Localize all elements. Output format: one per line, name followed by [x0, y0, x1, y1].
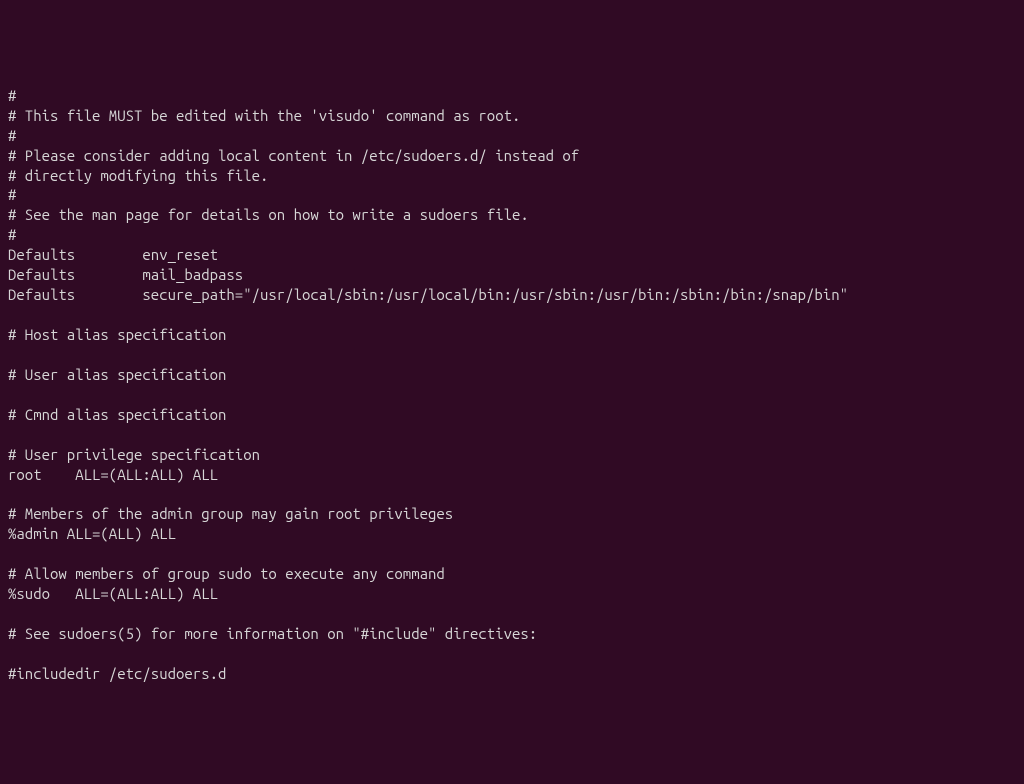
file-line: #	[8, 126, 1016, 146]
file-line: # Allow members of group sudo to execute…	[8, 564, 1016, 584]
file-line: # directly modifying this file.	[8, 166, 1016, 186]
file-line	[8, 305, 1016, 325]
file-line: # User alias specification	[8, 365, 1016, 385]
file-line: # Members of the admin group may gain ro…	[8, 504, 1016, 524]
file-line	[8, 345, 1016, 365]
file-line: Defaults secure_path="/usr/local/sbin:/u…	[8, 285, 1016, 305]
file-line: #	[8, 185, 1016, 205]
file-line: #	[8, 225, 1016, 245]
file-line: # See sudoers(5) for more information on…	[8, 624, 1016, 644]
file-line: # See the man page for details on how to…	[8, 205, 1016, 225]
file-line: # User privilege specification	[8, 445, 1016, 465]
file-line: Defaults env_reset	[8, 245, 1016, 265]
file-line: # This file MUST be edited with the 'vis…	[8, 106, 1016, 126]
file-line	[8, 385, 1016, 405]
file-line	[8, 644, 1016, 664]
file-line: root ALL=(ALL:ALL) ALL	[8, 465, 1016, 485]
file-line	[8, 485, 1016, 505]
file-line: %sudo ALL=(ALL:ALL) ALL	[8, 584, 1016, 604]
file-line: # Host alias specification	[8, 325, 1016, 345]
file-line: # Please consider adding local content i…	[8, 146, 1016, 166]
file-line: # Cmnd alias specification	[8, 405, 1016, 425]
file-line: #	[8, 86, 1016, 106]
file-line	[8, 544, 1016, 564]
file-line: %admin ALL=(ALL) ALL	[8, 524, 1016, 544]
file-line	[8, 604, 1016, 624]
file-line: #includedir /etc/sudoers.d	[8, 664, 1016, 684]
file-line: Defaults mail_badpass	[8, 265, 1016, 285]
file-line	[8, 425, 1016, 445]
terminal-content[interactable]: ## This file MUST be edited with the 'vi…	[8, 86, 1016, 684]
